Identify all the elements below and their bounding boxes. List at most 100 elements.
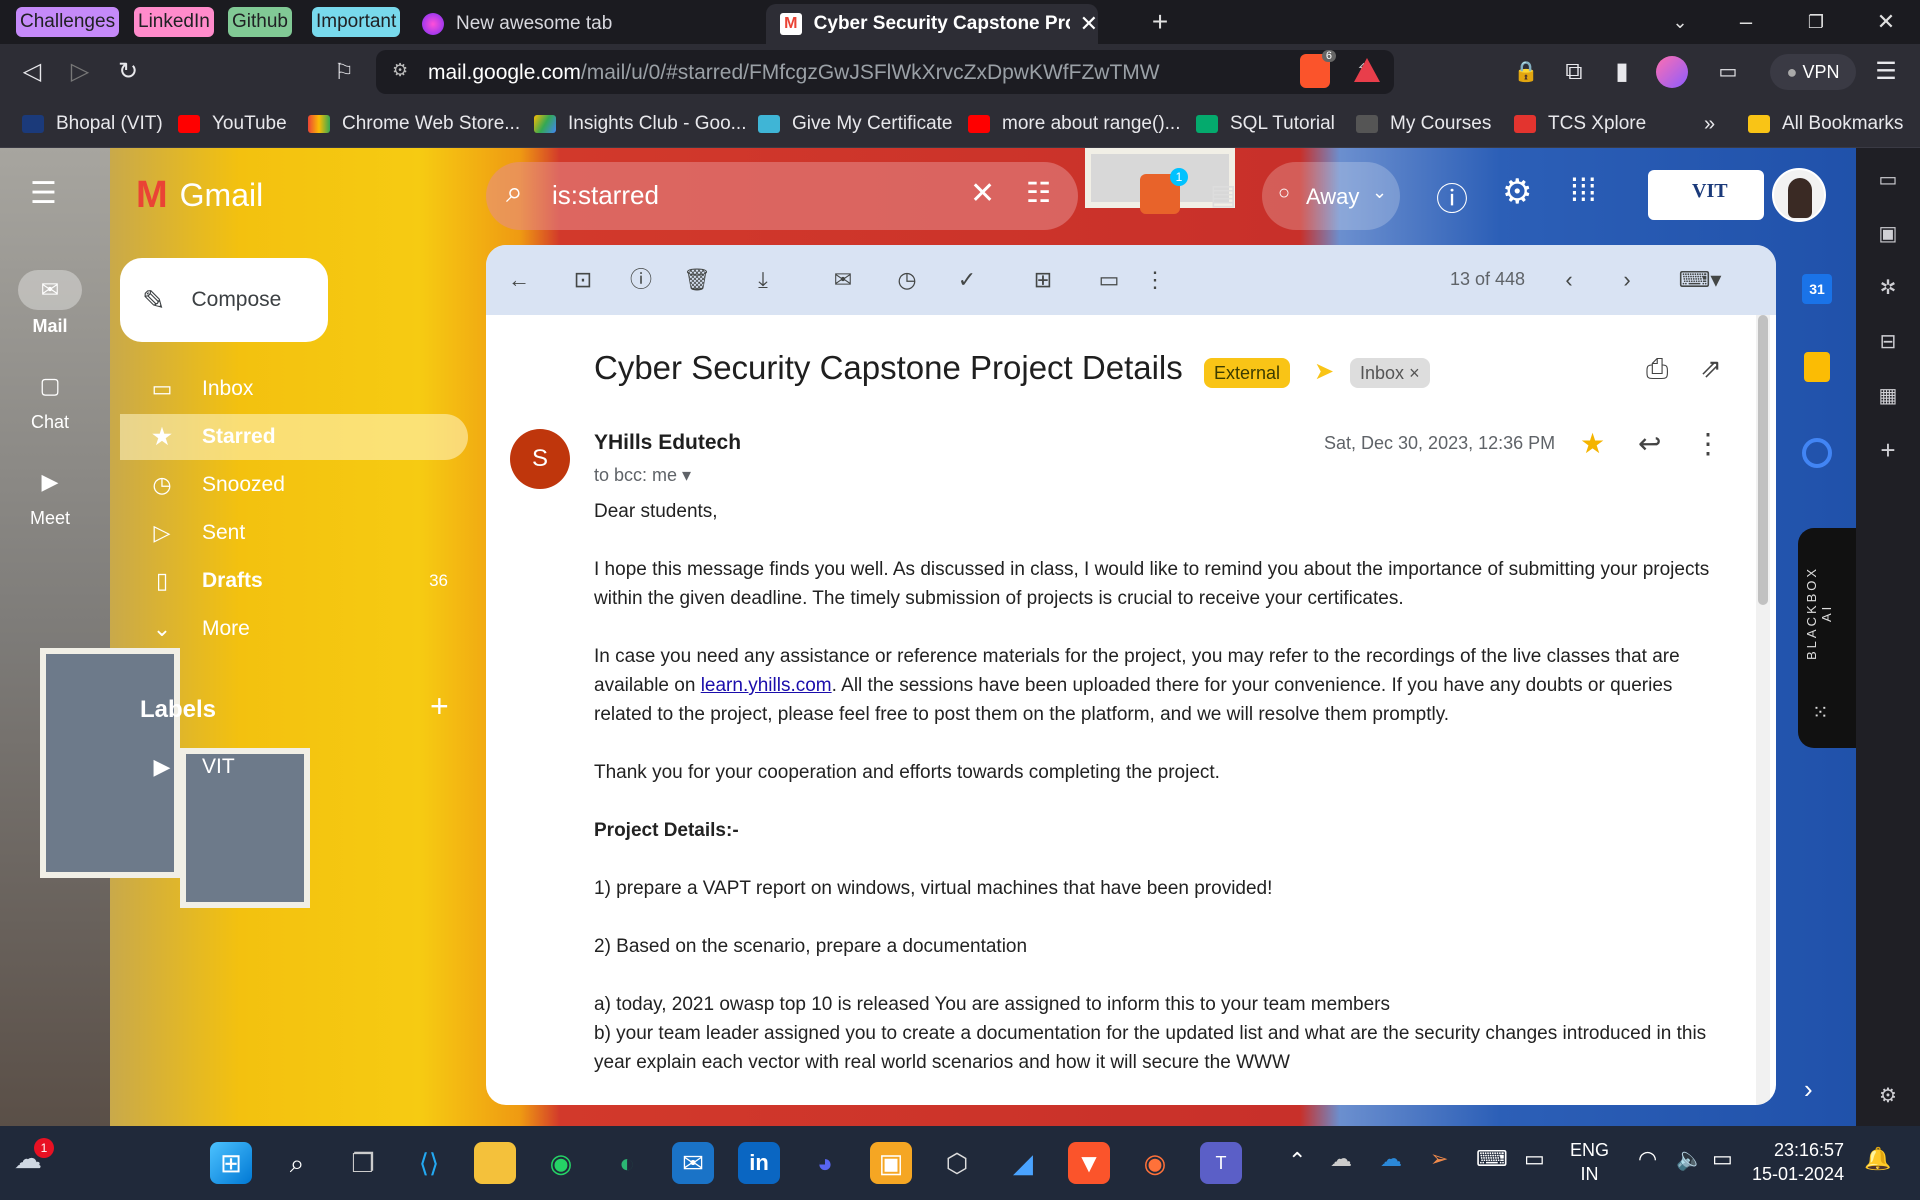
edge-icon[interactable]: ◐	[606, 1142, 648, 1184]
discord-icon[interactable]: ◕	[804, 1142, 846, 1184]
blackbox-ai-widget[interactable]: BLACKBOX AI ⁙	[1798, 528, 1856, 748]
tab-group-challenges[interactable]: Challenges	[16, 7, 120, 37]
newer-icon[interactable]: ‹	[1554, 265, 1584, 295]
label-vit[interactable]: ▶ VIT	[120, 744, 468, 790]
label-icon[interactable]: ▭	[1094, 265, 1124, 295]
mail-app-icon[interactable]: ✉	[672, 1142, 714, 1184]
nav-drafts[interactable]: ▯ Drafts 36	[120, 558, 468, 604]
rail-chat[interactable]: ▢ Chat	[0, 366, 100, 433]
brave-rewards-icon[interactable]	[1354, 58, 1380, 82]
tasks-icon[interactable]	[1802, 438, 1832, 468]
sender-avatar[interactable]: S	[510, 429, 570, 489]
reply-icon[interactable]: ↩	[1638, 427, 1661, 460]
close-tab-icon[interactable]: ✕	[1080, 11, 1098, 37]
download-icon[interactable]: ⤓	[748, 265, 778, 295]
add-task-icon[interactable]: ✓	[952, 265, 982, 295]
battery-icon[interactable]: ▭	[1712, 1146, 1733, 1172]
account-avatar[interactable]	[1772, 168, 1826, 222]
tab-group-github[interactable]: Github	[228, 7, 292, 37]
tab-group-important[interactable]: Important	[312, 7, 401, 37]
report-spam-icon[interactable]: ⓘ	[626, 265, 656, 295]
bookmark-my-courses[interactable]: My Courses	[1356, 110, 1491, 138]
more-options-icon[interactable]: ⋮	[1140, 265, 1170, 295]
wireshark-icon[interactable]: ◢	[1002, 1142, 1044, 1184]
side-settings-icon[interactable]: ✲	[1872, 272, 1904, 304]
bookmark-sql-tutorial[interactable]: SQL Tutorial	[1196, 110, 1335, 138]
wallet-icon[interactable]: ▭	[1712, 56, 1744, 88]
bookmark-chrome-web-store[interactable]: Chrome Web Store...	[308, 110, 520, 138]
tray-chevron-icon[interactable]: ⌃	[1288, 1148, 1306, 1174]
side-bookmarks-icon[interactable]: ⊟	[1872, 326, 1904, 358]
all-bookmarks-button[interactable]: All Bookmarks	[1748, 110, 1903, 138]
nav-snoozed[interactable]: ◷ Snoozed	[120, 462, 468, 508]
gmail-logo[interactable]: M Gmail	[136, 174, 263, 217]
add-label-icon[interactable]: +	[430, 688, 449, 725]
scrollbar-thumb[interactable]	[1758, 315, 1768, 605]
snooze-icon[interactable]: ◷	[892, 265, 922, 295]
file-explorer-icon[interactable]	[474, 1142, 516, 1184]
sender-name[interactable]: YHills Edutech	[594, 431, 741, 455]
rail-meet[interactable]: ▶ Meet	[0, 462, 100, 529]
vpn-button[interactable]: ● VPN	[1770, 54, 1856, 90]
side-wallet-icon[interactable]: ▣	[1872, 218, 1904, 250]
side-cast-icon[interactable]: ▭	[1872, 164, 1904, 196]
bookmark-insights-club[interactable]: Insights Club - Goo...	[534, 110, 746, 138]
settings-gear-icon[interactable]: ⚙	[1502, 172, 1532, 212]
side-gear-icon[interactable]: ⚙	[1872, 1080, 1904, 1112]
send-tray-icon[interactable]: ➢	[1430, 1146, 1448, 1172]
learn-yhills-link[interactable]: learn.yhills.com	[701, 675, 832, 696]
new-tab-icon[interactable]: +	[1140, 8, 1180, 36]
bookmark-icon[interactable]: ⚐	[328, 56, 360, 88]
clear-search-icon[interactable]: ✕	[970, 176, 995, 211]
language-indicator[interactable]: ENG IN	[1570, 1138, 1609, 1186]
move-to-icon[interactable]: ⊞	[1028, 265, 1058, 295]
tab-cyber-security[interactable]: M Cyber Security Capstone Project ✕	[766, 4, 1098, 44]
bookmark-youtube[interactable]: YouTube	[178, 110, 287, 138]
print-icon[interactable]: ⎙	[1646, 353, 1668, 386]
firefox-icon[interactable]: ◉	[1134, 1142, 1176, 1184]
bookmark-tcs-xplore[interactable]: TCS Xplore	[1514, 110, 1646, 138]
3d-viewer-icon[interactable]: ⬡	[936, 1142, 978, 1184]
brave-taskbar-icon[interactable]: ▼	[1068, 1142, 1110, 1184]
search-icon[interactable]: ⌕	[506, 176, 523, 210]
side-reading-list-icon[interactable]: ▦	[1872, 380, 1904, 412]
minimize-icon[interactable]: –	[1726, 8, 1766, 36]
search-input[interactable]: is:starred	[552, 180, 659, 211]
bookmark-range[interactable]: more about range()...	[968, 110, 1180, 138]
chevron-down-icon[interactable]: ▾	[682, 465, 691, 485]
volume-muted-icon[interactable]: 🔈	[1676, 1146, 1703, 1172]
extension-hq-icon[interactable]: 1	[1140, 168, 1188, 214]
notifications-icon[interactable]: 🔔	[1864, 1146, 1891, 1172]
apps-grid-icon[interactable]: ⁞⁞⁞	[1570, 172, 1597, 209]
weather-widget[interactable]: ☁ 1	[14, 1138, 54, 1182]
importance-marker-icon[interactable]: ➤	[1314, 357, 1334, 386]
input-tools-icon[interactable]: ⌨▾	[1670, 265, 1730, 295]
restore-icon[interactable]: ❐	[1796, 8, 1836, 36]
nav-inbox[interactable]: ▭ Inbox	[120, 366, 468, 412]
menu-icon[interactable]: ☰	[1870, 56, 1902, 88]
wifi-icon[interactable]: ◠	[1638, 1146, 1657, 1172]
onedrive-error-icon[interactable]: ☁	[1330, 1146, 1352, 1172]
remove-label-icon[interactable]: ×	[1409, 363, 1420, 383]
extensions-icon[interactable]: ⧉	[1558, 56, 1590, 88]
side-add-icon[interactable]: +	[1872, 434, 1904, 466]
brave-shields-icon[interactable]: 6	[1300, 50, 1336, 88]
more-vert-icon[interactable]: ⋮	[1694, 427, 1722, 460]
search-bar[interactable]: ⌕ is:starred ✕ ☷	[486, 162, 1078, 230]
older-icon[interactable]: ›	[1612, 265, 1642, 295]
vscode-icon[interactable]: ⟨⟩	[408, 1142, 450, 1184]
status-selector[interactable]: ○ Away ⌄	[1262, 162, 1400, 230]
keep-icon[interactable]	[1804, 352, 1830, 382]
bookmark-give-my-certificate[interactable]: Give My Certificate	[758, 110, 952, 138]
close-window-icon[interactable]: ✕	[1866, 8, 1906, 36]
task-view-icon[interactable]: ❐	[342, 1142, 384, 1184]
notes-icon[interactable]: ▤	[1210, 178, 1236, 211]
bookmarks-overflow-button[interactable]: »	[1704, 110, 1715, 138]
profile-icon[interactable]	[1656, 56, 1688, 88]
nav-more[interactable]: ⌄ More	[120, 606, 468, 652]
keyboard-icon[interactable]: ⌨	[1476, 1146, 1508, 1172]
search-taskbar-icon[interactable]: ⌕	[276, 1142, 318, 1184]
calendar-icon[interactable]: 31	[1802, 274, 1832, 304]
search-options-icon[interactable]: ☷	[1026, 176, 1051, 209]
compose-button[interactable]: ✎ Compose	[120, 258, 328, 342]
